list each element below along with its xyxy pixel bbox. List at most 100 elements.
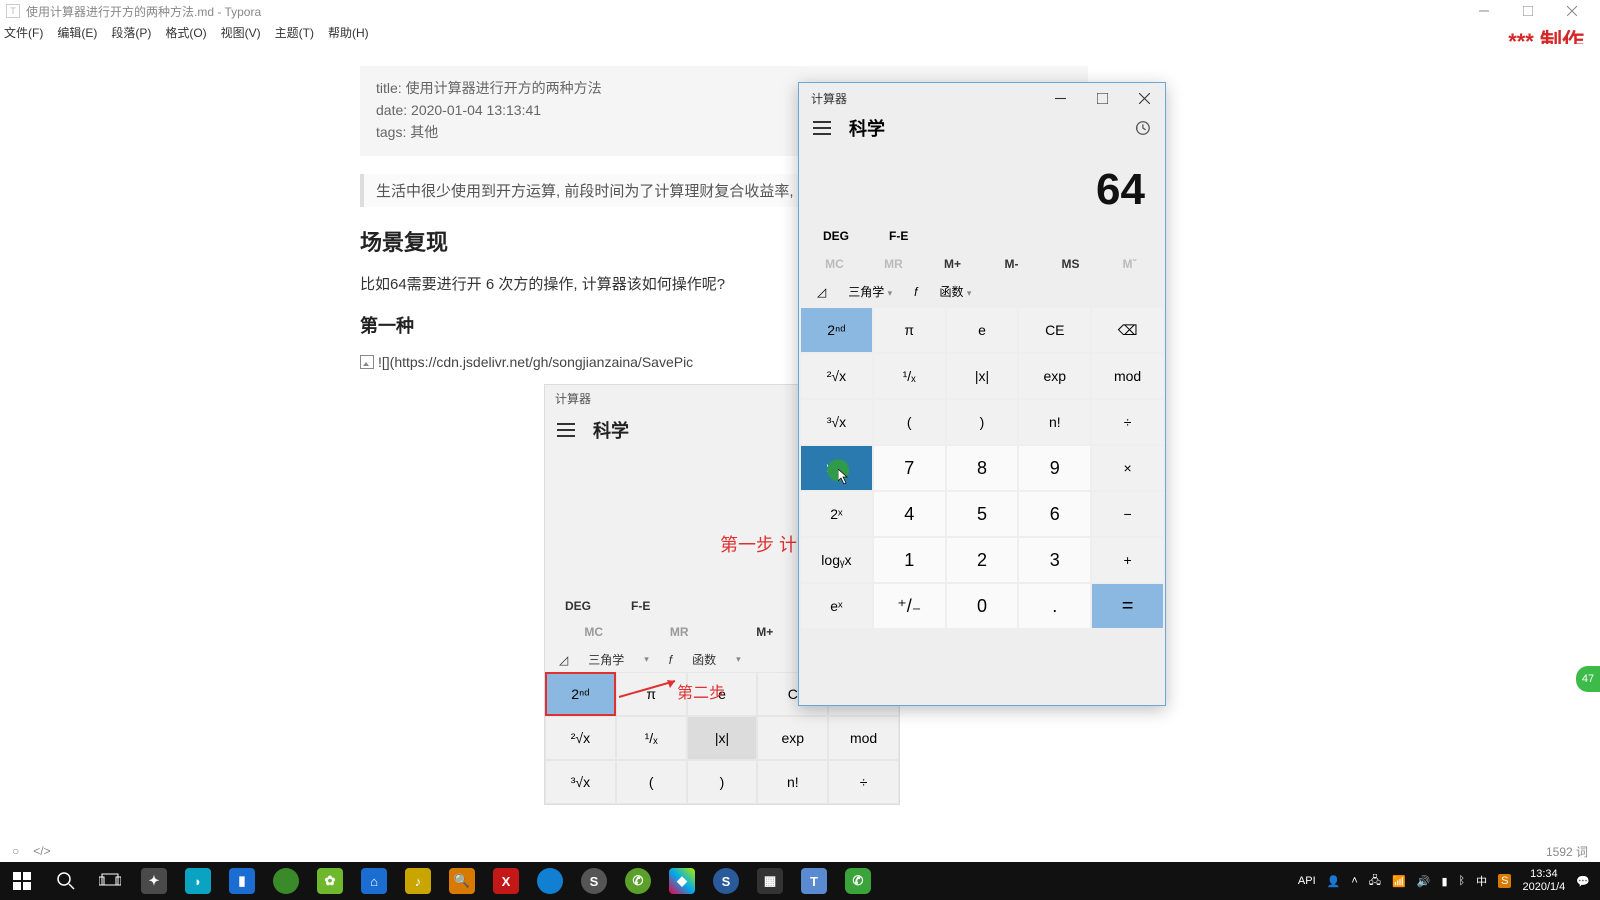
side-badge[interactable]: 47 xyxy=(1576,666,1600,692)
key-1[interactable]: 1 xyxy=(874,538,945,582)
tb-app-5[interactable]: ✿ xyxy=(308,862,352,900)
key-2[interactable]: 2 xyxy=(947,538,1018,582)
key-plus[interactable]: + xyxy=(1092,538,1163,582)
notification-icon[interactable]: 💬 xyxy=(1576,875,1590,888)
menu-paragraph[interactable]: 段落(P) xyxy=(111,24,151,41)
tb-app-2[interactable]: ◗ xyxy=(176,862,220,900)
minimize-button[interactable] xyxy=(1462,0,1506,22)
menu-format[interactable]: 格式(O) xyxy=(165,24,206,41)
key-rparen[interactable]: ) xyxy=(947,400,1018,444)
menu-help[interactable]: 帮助(H) xyxy=(328,24,369,41)
key-3[interactable]: 3 xyxy=(1019,538,1090,582)
tb-app-8[interactable]: 🔍 xyxy=(440,862,484,900)
outline-icon[interactable]: ○ xyxy=(12,844,19,858)
key-divide[interactable]: ÷ xyxy=(1092,400,1163,444)
tb-app-4[interactable] xyxy=(264,862,308,900)
volume-icon[interactable]: 🔊 xyxy=(1417,875,1431,888)
close-button[interactable] xyxy=(1550,0,1594,22)
key-9[interactable]: 9 xyxy=(1019,446,1090,490)
calc-display: 64 xyxy=(799,143,1165,223)
key-negate[interactable]: ⁺/₋ xyxy=(874,584,945,628)
key-0[interactable]: 0 xyxy=(947,584,1018,628)
key-mod[interactable]: mod xyxy=(1092,354,1163,398)
tb-app-3[interactable]: ▮ xyxy=(220,862,264,900)
trig-dropdown[interactable]: 三角学 ▾ xyxy=(848,283,892,300)
wifi-icon[interactable]: 📶 xyxy=(1392,875,1406,888)
bluetooth-icon[interactable]: ᛒ xyxy=(1459,875,1466,887)
history-icon[interactable] xyxy=(1133,119,1151,137)
menu-edit[interactable]: 编辑(E) xyxy=(57,24,97,41)
tb-app-9[interactable]: X xyxy=(484,862,528,900)
key-reciprocal[interactable]: ¹/ₓ xyxy=(874,354,945,398)
func-dropdown[interactable]: 函数 ▾ xyxy=(939,283,971,300)
calc-close-button[interactable] xyxy=(1123,83,1165,113)
key-sqrt[interactable]: ²√x xyxy=(801,354,872,398)
word-count[interactable]: 1592 词 xyxy=(1546,843,1588,860)
tb-app-11[interactable]: S xyxy=(572,862,616,900)
key-logyx[interactable]: logᵧx xyxy=(801,538,872,582)
key-lparen[interactable]: ( xyxy=(874,400,945,444)
taskbar-clock[interactable]: 13:34 2020/1/4 xyxy=(1522,868,1565,894)
calc-minimize-button[interactable] xyxy=(1039,83,1081,113)
tb-typora[interactable]: T xyxy=(792,862,836,900)
tb-app-13[interactable]: ◆ xyxy=(660,862,704,900)
people-icon[interactable]: 👤 xyxy=(1327,875,1341,888)
key-6[interactable]: 6 xyxy=(1019,492,1090,536)
key-multiply[interactable]: × xyxy=(1092,446,1163,490)
calculator-window: 计算器 科学 64 DEG F-E MC MR M+ M- MS Mˇ ◿ 三角… xyxy=(798,82,1166,706)
window-title: 使用计算器进行开方的两种方法.md - Typora xyxy=(26,3,261,20)
tb-calculator[interactable]: ▦ xyxy=(748,862,792,900)
tray-chevron-icon[interactable]: ˄ xyxy=(1351,875,1357,887)
key-pi[interactable]: π xyxy=(874,308,945,352)
key-2nd[interactable]: 2ⁿᵈ xyxy=(801,308,872,352)
key-dot[interactable]: . xyxy=(1019,584,1090,628)
taskview-icon[interactable] xyxy=(88,862,132,900)
mlist-button[interactable]: Mˇ xyxy=(1100,257,1159,271)
key-8[interactable]: 8 xyxy=(947,446,1018,490)
maximize-button[interactable] xyxy=(1506,0,1550,22)
start-button[interactable] xyxy=(0,862,44,900)
key-ce[interactable]: CE xyxy=(1019,308,1090,352)
tb-app-7[interactable]: ♪ xyxy=(396,862,440,900)
search-icon[interactable] xyxy=(44,862,88,900)
tb-app-10[interactable] xyxy=(528,862,572,900)
tb-app-12[interactable]: ✆ xyxy=(616,862,660,900)
key-e[interactable]: e xyxy=(947,308,1018,352)
calc-maximize-button[interactable] xyxy=(1081,83,1123,113)
battery-icon[interactable]: ▮ xyxy=(1441,875,1447,888)
menu-view[interactable]: 视图(V) xyxy=(221,24,261,41)
sogou-icon[interactable]: S xyxy=(1498,874,1511,888)
key-factorial[interactable]: n! xyxy=(1019,400,1090,444)
key-2powx[interactable]: 2ˣ xyxy=(801,492,872,536)
tb-wechat[interactable]: ✆ xyxy=(836,862,880,900)
link-icon[interactable]: 🖧 xyxy=(1369,872,1381,891)
tb-app-1[interactable]: ✦ xyxy=(132,862,176,900)
mc-button[interactable]: MC xyxy=(805,257,864,271)
deg-button[interactable]: DEG xyxy=(823,229,849,243)
key-7[interactable]: 7 xyxy=(874,446,945,490)
api-label[interactable]: API xyxy=(1298,875,1316,887)
key-minus[interactable]: − xyxy=(1092,492,1163,536)
key-backspace[interactable]: ⌫ xyxy=(1092,308,1163,352)
key-5[interactable]: 5 xyxy=(947,492,1018,536)
key-equals[interactable]: = xyxy=(1092,584,1163,628)
ms-button[interactable]: MS xyxy=(1041,257,1100,271)
mr-button[interactable]: MR xyxy=(864,257,923,271)
mplus-button[interactable]: M+ xyxy=(923,257,982,271)
key-4[interactable]: 4 xyxy=(874,492,945,536)
tb-app-6[interactable]: ⌂ xyxy=(352,862,396,900)
key-cbrt[interactable]: ³√x xyxy=(801,400,872,444)
menu-file[interactable]: 文件(F) xyxy=(4,24,43,41)
key-yroot[interactable]: ʸ√x xyxy=(801,446,872,490)
key-epowx[interactable]: eˣ xyxy=(801,584,872,628)
ime-icon[interactable]: 中 xyxy=(1476,873,1487,889)
calc-titlebar[interactable]: 计算器 xyxy=(799,83,1165,113)
tb-app-14[interactable]: S xyxy=(704,862,748,900)
menu-theme[interactable]: 主题(T) xyxy=(275,24,314,41)
key-exp[interactable]: exp xyxy=(1019,354,1090,398)
source-icon[interactable]: </> xyxy=(33,844,50,858)
fe-button[interactable]: F-E xyxy=(889,229,908,243)
key-abs[interactable]: |x| xyxy=(947,354,1018,398)
mminus-button[interactable]: M- xyxy=(982,257,1041,271)
calc-menu-icon[interactable] xyxy=(813,121,831,135)
